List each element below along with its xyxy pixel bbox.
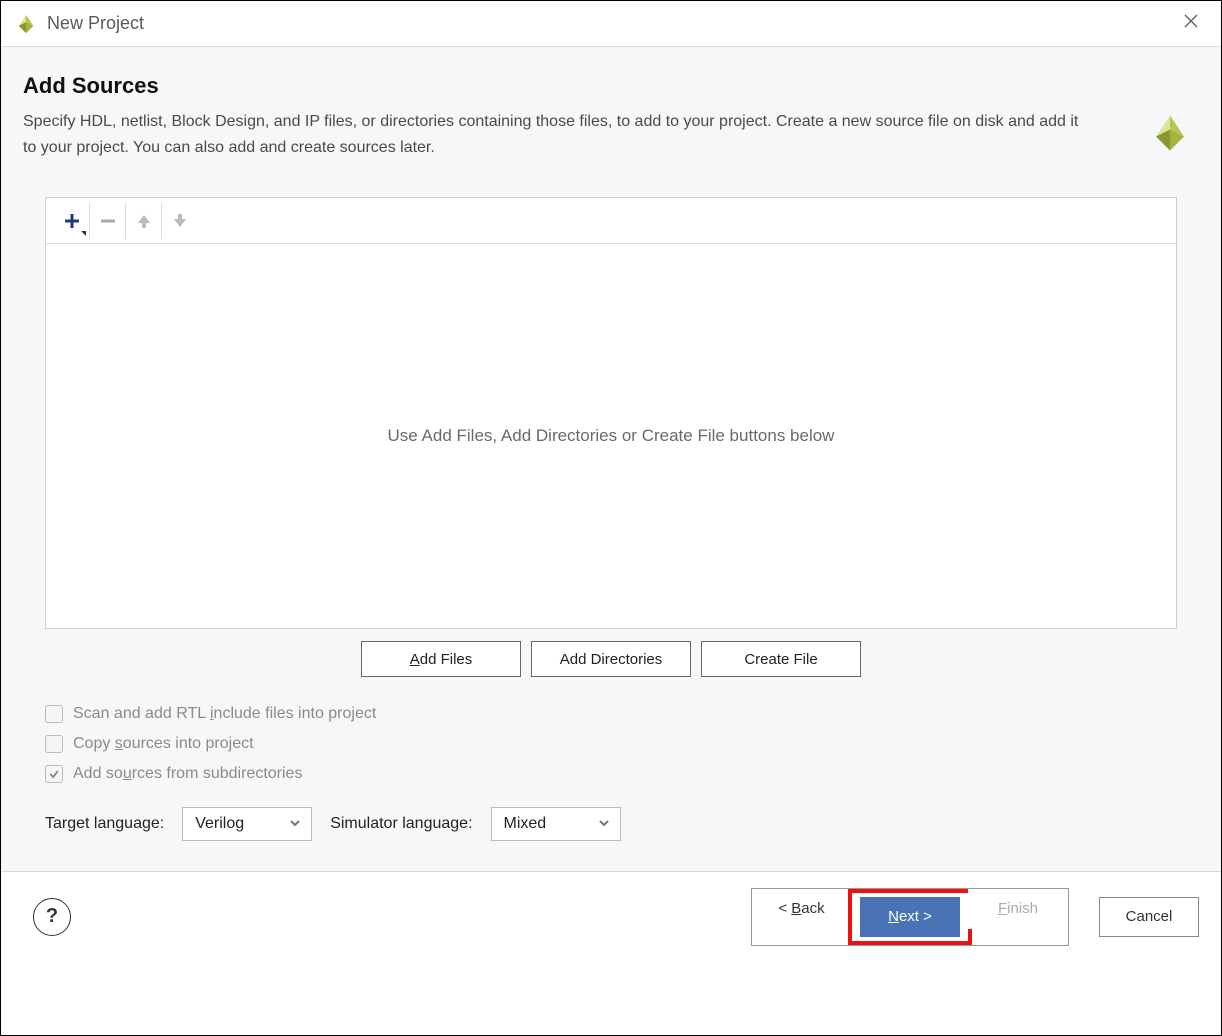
back-button[interactable]: < Back (752, 889, 852, 929)
vivado-logo-icon (1149, 112, 1191, 158)
language-row: Target language: Verilog Simulator langu… (45, 789, 1177, 871)
move-up-button[interactable] (126, 203, 162, 239)
content-area: Use Add Files, Add Directories or Create… (1, 179, 1221, 871)
subdirectories-label: Add sources from subdirectories (73, 765, 302, 783)
page-subtitle: Specify HDL, netlist, Block Design, and … (23, 109, 1083, 160)
simulator-language-select[interactable]: Mixed (491, 807, 621, 841)
wizard-nav-group: < Back Next > Finish (751, 888, 1069, 946)
sources-toolbar (46, 198, 1176, 244)
target-language-label: Target language: (45, 815, 164, 833)
chevron-down-icon (598, 816, 610, 832)
move-down-button[interactable] (162, 203, 198, 239)
scan-include-label: Scan and add RTL include files into proj… (73, 705, 376, 723)
copy-sources-checkbox[interactable] (45, 735, 63, 753)
finish-button: Finish (968, 889, 1068, 929)
simulator-language-value: Mixed (504, 815, 547, 833)
chevron-down-icon (289, 816, 301, 832)
add-files-button[interactable]: Add Files (361, 641, 521, 677)
window-title: New Project (47, 13, 144, 34)
target-language-select[interactable]: Verilog (182, 807, 312, 841)
scan-include-option: Scan and add RTL include files into proj… (45, 699, 1177, 729)
target-language-value: Verilog (195, 815, 244, 833)
dropdown-caret-icon (81, 231, 86, 236)
add-source-button[interactable] (54, 203, 90, 239)
sources-panel: Use Add Files, Add Directories or Create… (45, 197, 1177, 629)
add-directories-button[interactable]: Add Directories (531, 641, 691, 677)
cancel-button[interactable]: Cancel (1099, 897, 1199, 937)
next-highlight: Next > (848, 889, 972, 945)
wizard-footer: ? < Back Next > Finish Cancel (1, 871, 1221, 961)
create-file-button[interactable]: Create File (701, 641, 861, 677)
simulator-language-label: Simulator language: (330, 815, 472, 833)
options-group: Scan and add RTL include files into proj… (45, 689, 1177, 789)
help-button[interactable]: ? (33, 898, 71, 936)
copy-sources-option: Copy sources into project (45, 729, 1177, 759)
close-icon[interactable] (1175, 9, 1207, 38)
file-buttons-row: Add Files Add Directories Create File (45, 629, 1177, 689)
sources-empty-message: Use Add Files, Add Directories or Create… (46, 244, 1176, 628)
subdirectories-option: Add sources from subdirectories (45, 759, 1177, 789)
remove-source-button[interactable] (90, 203, 126, 239)
copy-sources-label: Copy sources into project (73, 735, 254, 753)
page-heading: Add Sources (23, 73, 1199, 99)
page-header: Add Sources Specify HDL, netlist, Block … (1, 47, 1221, 179)
subdirectories-checkbox[interactable] (45, 765, 63, 783)
titlebar: New Project (1, 1, 1221, 47)
scan-include-checkbox[interactable] (45, 705, 63, 723)
next-button[interactable]: Next > (860, 897, 960, 937)
app-icon (15, 13, 37, 35)
